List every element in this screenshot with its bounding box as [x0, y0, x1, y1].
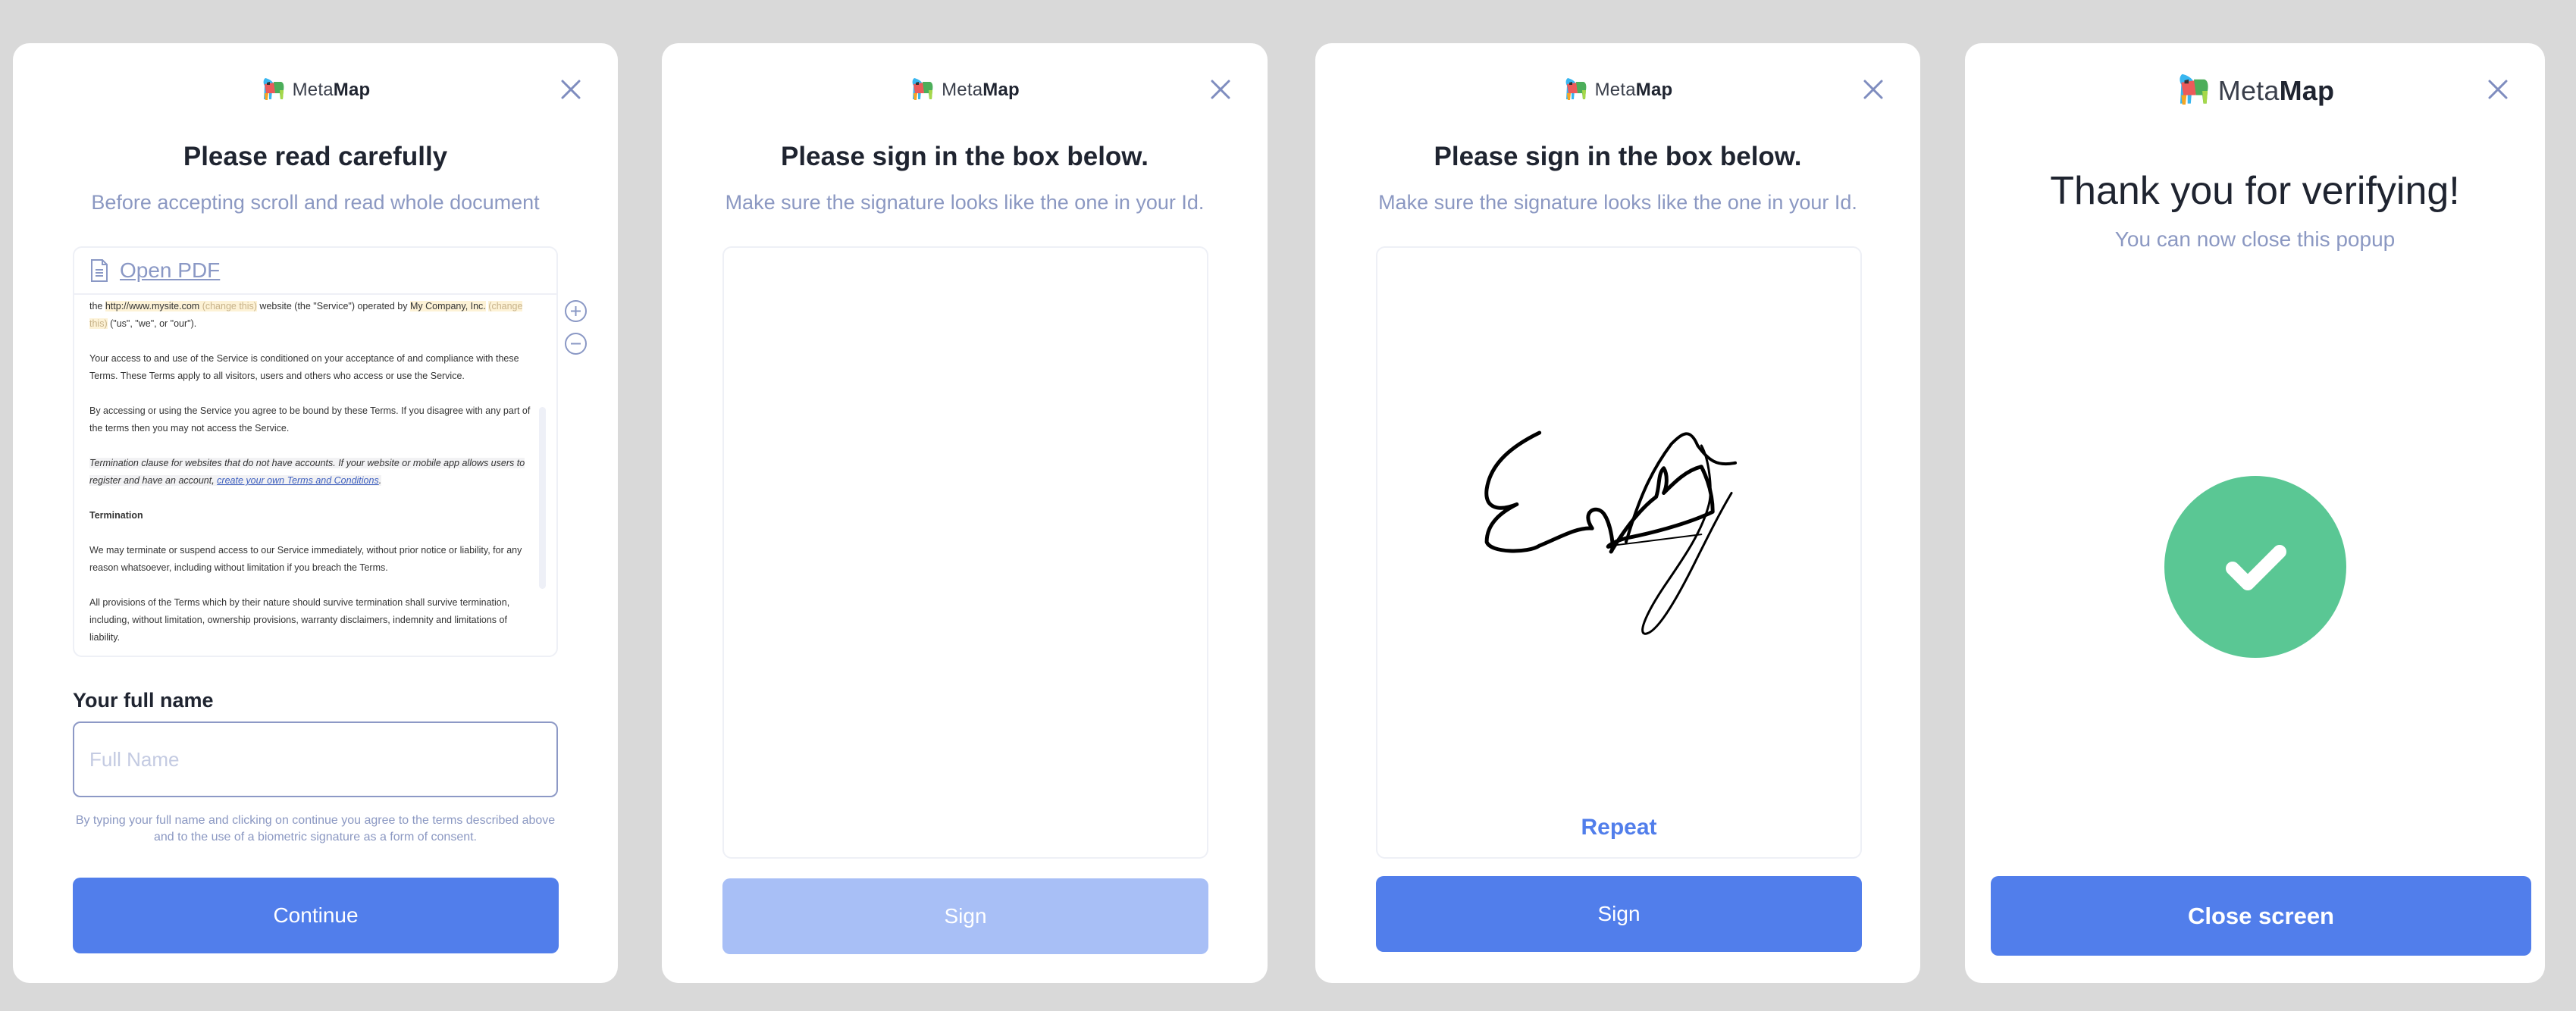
success-subtitle: You can now close this popup	[2114, 227, 2396, 251]
close-button[interactable]	[1208, 77, 1233, 102]
metamap-wordmark: MetaMap	[2217, 75, 2335, 106]
close-icon	[1863, 80, 1883, 99]
doc-paragraph: We may terminate or suspend access to ou…	[89, 545, 522, 573]
doc-paragraph: By accessing or using the Service you ag…	[89, 405, 531, 434]
signature-pad[interactable]	[722, 246, 1208, 859]
metamap-logo: MetaMap	[13, 77, 618, 104]
metamap-wordmark: MetaMap	[292, 80, 371, 100]
doc-paragraph: Your access to and use of the Service is…	[89, 353, 519, 381]
screen-subtitle: Make sure the signature looks like the o…	[1378, 191, 1857, 214]
signature-empty-card: MetaMap Please sign in the box below. Ma…	[662, 43, 1268, 983]
screen-subtitle: Make sure the signature looks like the o…	[725, 191, 1205, 214]
signature-filled-card: MetaMap Please sign in the box below. Ma…	[1315, 43, 1920, 983]
screen-title: Please sign in the box below.	[781, 142, 1149, 171]
close-button[interactable]	[1860, 77, 1886, 102]
close-icon	[561, 80, 581, 99]
close-button[interactable]	[558, 77, 584, 102]
sign-button[interactable]: Sign	[1376, 876, 1862, 952]
screen-title: Please sign in the box below.	[1434, 142, 1802, 171]
metamap-logo: MetaMap	[1315, 77, 1920, 104]
signature-drawing	[1484, 430, 1738, 635]
metamap-wordmark: MetaMap	[942, 80, 1020, 100]
document-icon	[91, 259, 108, 282]
doc-paragraph: All provisions of the Terms which by the…	[89, 597, 510, 643]
consent-text: By typing your full name and clicking on…	[75, 814, 556, 844]
zoom-in-button[interactable]	[564, 299, 588, 323]
close-icon	[1211, 80, 1230, 99]
consent-card: MetaMap Please read carefully Before acc…	[13, 43, 618, 983]
metamap-logo: MetaMap	[662, 77, 1268, 104]
success-badge	[2164, 476, 2346, 658]
sign-button-disabled[interactable]: Sign	[722, 878, 1208, 954]
close-icon	[2488, 80, 2508, 99]
metamap-logo: MetaMap	[1965, 72, 2545, 110]
metamap-llama-icon	[2180, 74, 2208, 105]
terms-link[interactable]: create your own Terms and Conditions	[217, 475, 379, 486]
doc-paragraph: the http://www.mysite.com (change this) …	[89, 301, 523, 329]
plus-circle-icon	[565, 300, 587, 322]
close-button[interactable]	[2485, 77, 2511, 102]
metamap-llama-icon	[263, 78, 284, 100]
screen-subtitle: Before accepting scroll and read whole d…	[91, 191, 540, 214]
signature-pad[interactable]: Repeat	[1376, 246, 1862, 859]
screen-title: Please read carefully	[183, 142, 448, 171]
document-text: the http://www.mysite.com (change this) …	[74, 296, 556, 656]
close-screen-button[interactable]: Close screen	[1991, 876, 2531, 956]
metamap-llama-icon	[912, 78, 933, 100]
check-circle-icon	[2226, 545, 2286, 590]
success-title: Thank you for verifying!	[2050, 169, 2460, 213]
success-card: MetaMap Thank you for verifying! You can…	[1965, 43, 2545, 983]
minus-circle-icon	[565, 333, 587, 355]
full-name-input[interactable]	[73, 721, 558, 797]
doc-paragraph: Termination clause for websites that do …	[89, 458, 525, 486]
metamap-llama-icon	[1565, 78, 1586, 100]
zoom-out-button[interactable]	[564, 332, 588, 355]
document-scrollbar[interactable]	[539, 407, 546, 589]
document-header: Open PDF	[74, 248, 556, 295]
open-pdf-link[interactable]: Open PDF	[120, 258, 220, 283]
continue-button[interactable]: Continue	[73, 878, 559, 953]
doc-heading: Termination	[89, 510, 143, 521]
document-viewer[interactable]: Open PDF the http://www.mysite.com (chan…	[73, 246, 558, 657]
metamap-wordmark: MetaMap	[1594, 80, 1673, 100]
repeat-signature-button[interactable]: Repeat	[1377, 815, 1860, 840]
full-name-label: Your full name	[73, 689, 214, 712]
